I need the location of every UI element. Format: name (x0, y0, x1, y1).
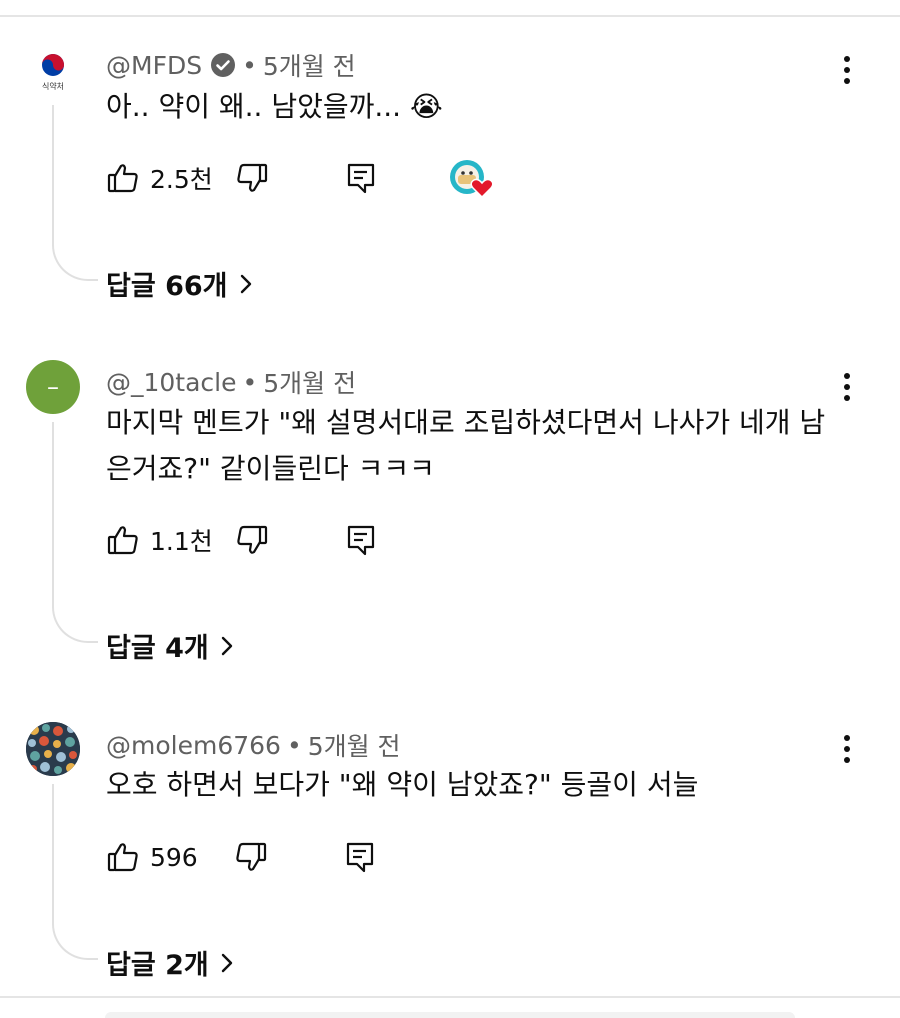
like-count: 1.1천 (150, 527, 213, 556)
add-comment-input[interactable] (105, 1012, 795, 1018)
comment-text: 아.. 약이 왜.. 남았을까... 😭 (106, 90, 443, 123)
avatar[interactable]: 식약처 (26, 44, 80, 98)
replies-label: 답글 66개 (106, 271, 228, 302)
comment-actions: 1.1천 (106, 520, 377, 560)
thumbs-up-icon[interactable] (106, 840, 140, 874)
replies-label: 답글 4개 (106, 633, 209, 664)
comment-actions: 2.5천 (106, 157, 497, 199)
avatar[interactable] (26, 722, 80, 776)
avatar[interactable]: – (26, 360, 80, 414)
comment-text: 오호 하면서 보다가 "왜 약이 남았죠?" 등골이 서늘 (106, 768, 699, 801)
thread-curve (52, 914, 98, 960)
thumbs-down-icon[interactable] (234, 840, 268, 874)
thread-line (52, 422, 54, 597)
meta-separator: • (286, 730, 302, 760)
thread-line (52, 784, 54, 914)
verified-check-icon (210, 52, 236, 78)
creator-heart-icon (449, 157, 497, 199)
comment-time[interactable]: 5개월 전 (308, 727, 401, 763)
like-count: 596 (150, 842, 198, 872)
bottom-divider (0, 996, 900, 998)
top-divider (0, 15, 900, 17)
comment-time[interactable]: 5개월 전 (263, 364, 356, 400)
comment-text: 마지막 멘트가 "왜 설명서대로 조립하셨다면서 나사가 네개 남은거죠?" 같… (106, 406, 826, 485)
comment-reply-icon[interactable] (345, 161, 377, 195)
thread-curve (52, 235, 98, 281)
meta-separator: • (242, 367, 258, 397)
comment-reply-icon[interactable] (345, 523, 377, 557)
comment-meta: @_10tacle • 5개월 전 (106, 364, 356, 400)
svg-text:식약처: 식약처 (42, 81, 64, 91)
avatar-letter: – (47, 373, 59, 401)
thumbs-down-icon[interactable] (235, 523, 269, 557)
comment-author[interactable]: @molem6766 (106, 731, 281, 760)
thread-line (52, 105, 54, 235)
thumbs-up-icon[interactable] (106, 523, 140, 557)
comment-time[interactable]: 5개월 전 (263, 47, 356, 83)
comment-meta: @MFDS • 5개월 전 (106, 47, 356, 83)
comment-meta: @molem6766 • 5개월 전 (106, 727, 401, 763)
chevron-right-icon (240, 274, 251, 293)
comment-reply-icon[interactable] (344, 840, 376, 874)
comment-author[interactable]: @MFDS (106, 51, 202, 80)
chevron-right-icon (221, 636, 232, 655)
meta-separator: • (242, 50, 257, 80)
chevron-right-icon (221, 953, 232, 972)
comment-actions: 596 (106, 837, 376, 877)
mfds-logo-icon: 식약처 (42, 54, 64, 91)
comment-author[interactable]: @_10tacle (106, 368, 237, 397)
replies-toggle[interactable]: 답글 4개 (106, 626, 235, 665)
like-count: 2.5천 (150, 165, 213, 194)
replies-label: 답글 2개 (106, 950, 209, 981)
replies-toggle[interactable]: 답글 2개 (106, 943, 235, 982)
pattern-avatar-icon (26, 722, 80, 776)
thumbs-down-icon[interactable] (235, 161, 269, 195)
thread-curve (52, 597, 98, 643)
replies-toggle[interactable]: 답글 66개 (106, 264, 254, 303)
thumbs-up-icon[interactable] (106, 161, 140, 195)
